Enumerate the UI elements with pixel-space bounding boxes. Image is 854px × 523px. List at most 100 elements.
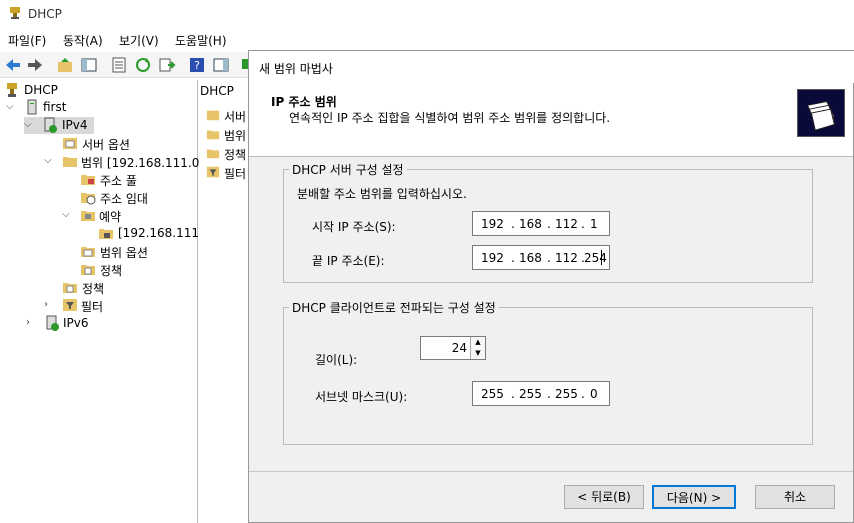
tree-label-scope: 범위 [192.168.111.0] (81, 156, 205, 170)
tree-label-server-options: 서버 옵션 (82, 138, 130, 152)
wizard-header: IP 주소 범위 연속적인 IP 주소 집합을 식별하여 범위 주소 범위를 정… (249, 83, 853, 157)
next-button[interactable]: 다음(N) > (652, 485, 736, 509)
wizard-title: 새 범위 마법사 (259, 62, 333, 76)
tree-label-scope-options: 범위 옵션 (100, 246, 148, 260)
ip-octet: 1 (590, 217, 598, 231)
start-ip-input[interactable]: 192 . 168 . 112 . 1 (472, 211, 610, 236)
folder-icon (206, 130, 220, 140)
policy-icon (81, 265, 95, 275)
wizard-title-bar: 새 범위 마법사 (249, 51, 854, 83)
ip-octet: 192 (481, 217, 504, 231)
chevron-down-icon[interactable]: ⌵ (6, 101, 14, 112)
ip-octet: 192 (481, 251, 504, 265)
ipv6-icon (46, 315, 59, 331)
tree-label-address-leases: 주소 임대 (100, 192, 148, 206)
server-options-icon (63, 138, 77, 149)
start-ip-label: 시작 IP 주소(S): (312, 220, 396, 234)
prefix-length-stepper[interactable]: 24 ▲ ▼ (420, 336, 486, 360)
chevron-right-icon[interactable]: › (26, 317, 30, 328)
ip-octet: 254 (584, 251, 607, 265)
text-cursor (601, 250, 602, 265)
filter-icon (206, 166, 220, 178)
spin-up-icon[interactable]: ▲ (470, 337, 485, 348)
scope-options-icon (81, 247, 95, 257)
chevron-right-icon[interactable]: › (44, 299, 48, 310)
range-instruction: 분배할 주소 범위를 입력하십시오. (297, 187, 467, 201)
subnet-mask-input[interactable]: 255 . 255 . 255 . 0 (472, 381, 610, 406)
refresh-icon[interactable] (134, 56, 152, 74)
reservation-item-icon (99, 229, 113, 239)
tree-label-address-pool: 주소 풀 (100, 174, 137, 188)
subnet-mask-label: 서브넷 마스크(U): (315, 390, 408, 404)
tree-label-reservation-item: [192.168.111.2 (118, 226, 211, 240)
title-bar: DHCP (0, 0, 854, 28)
list-item-label: 범위 (224, 129, 247, 143)
results-header: DHCP (200, 84, 234, 98)
ip-octet: 168 (519, 217, 542, 231)
properties-icon[interactable] (110, 56, 128, 74)
wizard-footer-divider (249, 471, 853, 472)
dhcp-icon (7, 83, 17, 97)
reservations-icon (81, 211, 95, 221)
address-pool-icon (81, 175, 95, 185)
help-icon[interactable]: ? (188, 56, 206, 74)
forward-arrow-icon[interactable] (26, 56, 44, 74)
tree-label-dhcp: DHCP (24, 83, 58, 97)
chevron-down-icon[interactable]: ⌵ (24, 119, 32, 130)
filter-icon (63, 299, 77, 311)
server-options-icon (206, 110, 220, 121)
new-scope-wizard-dialog: 새 범위 마법사 IP 주소 범위 연속적인 IP 주소 집합을 식별하여 범위… (248, 50, 854, 523)
end-ip-input[interactable]: 192 . 168 . 112 . 254 (472, 245, 610, 270)
tree-label-scope-policies: 정책 (100, 264, 123, 278)
length-label: 길이(L): (315, 353, 358, 367)
show-hide-tree-icon[interactable] (80, 56, 98, 74)
export-list-icon[interactable] (158, 56, 176, 74)
ip-octet: 255 (555, 387, 578, 401)
svg-text:?: ? (194, 59, 200, 72)
tree-label-filters: 필터 (81, 300, 104, 314)
list-item-label: 서버 (224, 110, 247, 124)
ip-octet: 255 (519, 387, 542, 401)
window-title: DHCP (28, 7, 62, 21)
dhcp-app-icon (10, 7, 20, 19)
folder-icon (206, 149, 220, 159)
tree-label-ipv6: IPv6 (63, 316, 89, 330)
tree-label-policies: 정책 (82, 282, 105, 296)
list-item-label: 필터 (224, 167, 247, 181)
tree-node-ipv4[interactable]: ⌵ IPv4 (24, 117, 94, 134)
menu-file[interactable]: 파일(F) (8, 32, 46, 49)
menu-action[interactable]: 동작(A) (63, 32, 103, 49)
folder-icon (63, 157, 77, 167)
chevron-down-icon[interactable]: ⌵ (62, 209, 70, 220)
client-config-group-title: DHCP 클라이언트로 전파되는 구성 설정 (289, 299, 499, 316)
prefix-length-value: 24 (451, 341, 467, 355)
show-action-pane-icon[interactable] (212, 56, 230, 74)
ip-octet: 0 (590, 387, 598, 401)
spin-down-icon[interactable]: ▼ (470, 348, 485, 359)
wizard-folder-logo-icon (797, 89, 845, 137)
tree-label-server: first (43, 100, 67, 114)
up-folder-icon[interactable] (56, 56, 74, 74)
list-item-label: 정책 (224, 148, 247, 162)
ip-octet: 255 (481, 387, 504, 401)
menu-view[interactable]: 보기(V) (119, 32, 159, 49)
toolbar: ? (0, 52, 250, 78)
end-ip-label: 끝 IP 주소(E): (312, 254, 385, 268)
address-leases-icon (81, 193, 96, 205)
back-button[interactable]: < 뒤로(B) (564, 485, 644, 509)
menu-bar: 파일(F) 동작(A) 보기(V) 도움말(H) (0, 28, 854, 50)
cancel-button[interactable]: 취소 (755, 485, 835, 509)
menu-help[interactable]: 도움말(H) (175, 32, 227, 49)
wizard-heading: IP 주소 범위 (271, 95, 337, 109)
ipv4-icon (44, 117, 57, 133)
console-tree: DHCP ⌵ first ⌵ IPv4 서버 옵션 ⌵ 범위 [192.168.… (0, 80, 210, 523)
tree-label-reservations: 예약 (99, 210, 122, 224)
back-arrow-icon[interactable] (4, 56, 22, 74)
server-icon (27, 99, 37, 115)
wizard-description: 연속적인 IP 주소 집합을 식별하여 범위 주소 범위를 정의합니다. (289, 111, 611, 125)
ip-octet: 112 (555, 251, 578, 265)
chevron-down-icon[interactable]: ⌵ (44, 155, 52, 166)
ip-octet: 112 (555, 217, 578, 231)
policy-icon (63, 283, 77, 293)
tree-label-ipv4: IPv4 (62, 118, 88, 132)
